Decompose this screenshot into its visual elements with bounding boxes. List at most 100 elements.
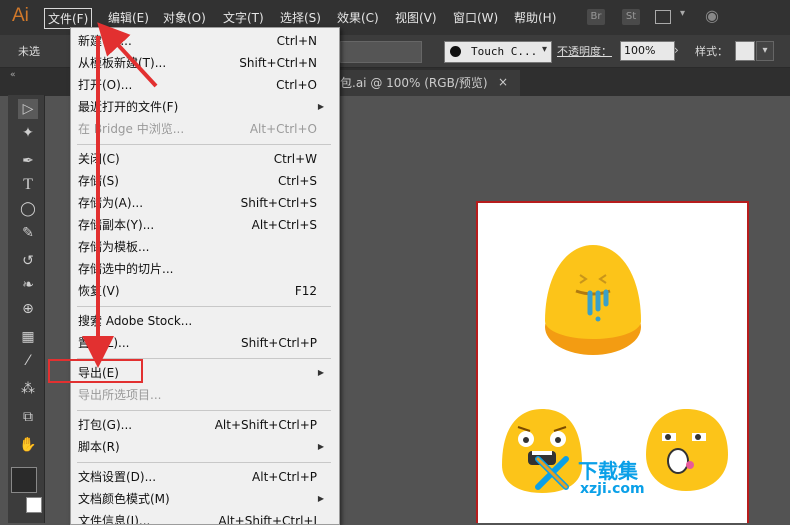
menu-item-shortcut: Ctrl+S — [277, 174, 317, 188]
menu-item-search-stock[interactable]: 搜索 Adobe Stock... — [78, 310, 334, 332]
opacity-label: 不透明度： — [557, 45, 612, 58]
brush-tool-icon[interactable]: ✎ — [18, 223, 38, 243]
pen-tool-icon[interactable]: ✒ — [18, 151, 38, 171]
menu-item-revert[interactable]: 恢复(V) F12 — [78, 280, 334, 302]
menu-item-document-setup[interactable]: 文档设置(D)... Alt+Ctrl+P — [78, 466, 334, 488]
stroke-swatch[interactable] — [26, 497, 42, 513]
document-tab[interactable]: 包.ai @ 100% (RGB/预览) — [330, 70, 520, 96]
shape-builder-icon[interactable]: ⊕ — [18, 299, 38, 319]
menu-item-label: 关闭(C) — [78, 152, 120, 166]
export-highlight-box — [48, 359, 143, 383]
file-menu-dropdown: 新建(N)... Ctrl+N 从模板新建(T)... Shift+Ctrl+N 打… — [70, 27, 340, 525]
menu-item-label: 导出所选项目... — [78, 388, 162, 402]
symbol-sprayer-icon[interactable]: ⁂ — [18, 379, 38, 399]
menu-type[interactable]: 文字(T) — [223, 9, 264, 26]
menu-item-label: 新建(N)... — [78, 34, 132, 48]
menu-object[interactable]: 对象(O) — [163, 9, 206, 26]
close-tab-icon[interactable]: × — [498, 75, 508, 89]
emoji-drooling — [545, 245, 641, 355]
menu-item-document-color-mode[interactable]: 文档颜色模式(M) ▶ — [78, 488, 334, 510]
artboard-tool-icon[interactable]: ⧉ — [18, 407, 38, 427]
sync-icon[interactable]: ◉ — [705, 6, 719, 25]
menu-separator — [77, 410, 331, 411]
brush-name: Touch C... — [471, 45, 538, 58]
watermark-x-icon — [534, 455, 570, 491]
stroke-input[interactable] — [340, 41, 422, 63]
watermark-url: xzji.com — [580, 481, 645, 497]
ellipse-tool-icon[interactable]: ◯ — [18, 199, 38, 219]
submenu-arrow-icon: ▶ — [317, 442, 324, 451]
menu-item-save-as[interactable]: 存储为(A)... Shift+Ctrl+S — [78, 192, 334, 214]
menu-item-label: 存储为(A)... — [78, 196, 144, 210]
workspace-layout-icon[interactable] — [655, 10, 671, 24]
puppet-warp-icon[interactable]: ❧ — [18, 275, 38, 295]
app-logo: Ai — [12, 5, 29, 26]
selection-status: 未选 — [18, 45, 40, 58]
menu-item-label: 搜索 Adobe Stock... — [78, 314, 193, 328]
style-label: 样式： — [695, 45, 728, 58]
emoji-dizzy — [646, 409, 728, 491]
menu-item-label: 置入(L)... — [78, 336, 130, 350]
menu-item-save-template[interactable]: 存储为模板... — [78, 236, 334, 258]
menu-item-shortcut: Alt+Ctrl+P — [252, 470, 317, 484]
menu-item-shortcut: Ctrl+W — [273, 152, 317, 166]
menu-item-shortcut: Alt+Shift+Ctrl+P — [214, 418, 317, 432]
menu-item-save-copy[interactable]: 存储副本(Y)... Alt+Ctrl+S — [78, 214, 334, 236]
menu-separator — [77, 306, 331, 307]
menu-item-label: 存储(S) — [78, 174, 119, 188]
style-swatch[interactable] — [735, 41, 755, 61]
menu-item-label: 文件信息(I)... — [78, 514, 151, 525]
type-tool-icon[interactable]: T — [18, 175, 38, 195]
hand-tool-icon[interactable]: ✋ — [18, 435, 38, 455]
menu-item-close[interactable]: 关闭(C) Ctrl+W — [78, 148, 334, 170]
menu-item-shortcut: Ctrl+N — [276, 34, 317, 48]
menu-item-open[interactable]: 打开(O)... Ctrl+O — [78, 74, 334, 96]
document-tab-title: 包.ai @ 100% (RGB/预览) — [340, 76, 488, 90]
brush-select[interactable]: Touch C... ▾ — [444, 41, 552, 63]
menu-edit[interactable]: 编辑(E) — [108, 9, 149, 26]
fill-swatch[interactable] — [11, 467, 37, 493]
menu-item-shortcut: F12 — [294, 284, 317, 298]
menu-file[interactable]: 文件(F) — [44, 8, 93, 29]
menu-window[interactable]: 窗口(W) — [453, 9, 498, 26]
menu-item-label: 打包(G)... — [78, 418, 133, 432]
tools-panel: ▷ ✦ ✒ T ◯ ✎ ↺ ❧ ⊕ ▦ ⁄ ⁂ ⧉ ✋ — [8, 95, 45, 523]
menu-item-recent-files[interactable]: 最近打开的文件(F) ▶ — [78, 96, 334, 118]
menu-item-browse-bridge: 在 Bridge 中浏览... Alt+Ctrl+O — [78, 118, 334, 140]
menu-view[interactable]: 视图(V) — [395, 9, 437, 26]
menu-item-label: 恢复(V) — [78, 284, 120, 298]
menu-item-place[interactable]: 置入(L)... Shift+Ctrl+P — [78, 332, 334, 354]
submenu-arrow-icon: ▶ — [317, 102, 324, 111]
menu-select[interactable]: 选择(S) — [280, 9, 321, 26]
eyedropper-icon[interactable]: ⁄ — [18, 351, 38, 371]
menu-item-shortcut: Shift+Ctrl+S — [240, 196, 317, 210]
mesh-tool-icon[interactable]: ▦ — [18, 327, 38, 347]
menu-effect[interactable]: 效果(C) — [337, 9, 379, 26]
menu-item-save[interactable]: 存储(S) Ctrl+S — [78, 170, 334, 192]
stock-icon[interactable]: St — [622, 9, 640, 25]
bridge-icon[interactable]: Br — [587, 9, 605, 25]
submenu-arrow-icon: ▶ — [317, 368, 324, 377]
chevron-down-icon: ▾ — [541, 44, 547, 55]
menu-item-label: 文档颜色模式(M) — [78, 492, 170, 506]
menu-item-label: 从模板新建(T)... — [78, 56, 167, 70]
collapse-panel-icon[interactable]: « — [10, 70, 16, 80]
menu-item-scripts[interactable]: 脚本(R) ▶ — [78, 436, 334, 458]
watermark-title: 下载集 — [578, 459, 638, 483]
chevron-right-icon[interactable]: › — [674, 43, 679, 57]
menu-item-label: 存储选中的切片... — [78, 262, 174, 276]
rotate-tool-icon[interactable]: ↺ — [18, 251, 38, 271]
menu-item-label: 脚本(R) — [78, 440, 120, 454]
opacity-input[interactable]: 100% — [620, 41, 675, 61]
chevron-down-icon[interactable]: ▾ — [756, 41, 774, 61]
menu-help[interactable]: 帮助(H) — [514, 9, 556, 26]
chevron-down-icon[interactable]: ▾ — [680, 8, 685, 19]
selection-tool-icon[interactable]: ▷ — [18, 99, 38, 119]
menu-item-shortcut: Shift+Ctrl+N — [239, 56, 317, 70]
menu-item-new[interactable]: 新建(N)... Ctrl+N — [78, 30, 334, 52]
magic-wand-icon[interactable]: ✦ — [18, 123, 38, 143]
menu-item-save-slices[interactable]: 存储选中的切片... — [78, 258, 334, 280]
menu-item-new-from-template[interactable]: 从模板新建(T)... Shift+Ctrl+N — [78, 52, 334, 74]
menu-item-shortcut: Alt+Ctrl+S — [251, 218, 317, 232]
menu-item-package[interactable]: 打包(G)... Alt+Shift+Ctrl+P — [78, 414, 334, 436]
